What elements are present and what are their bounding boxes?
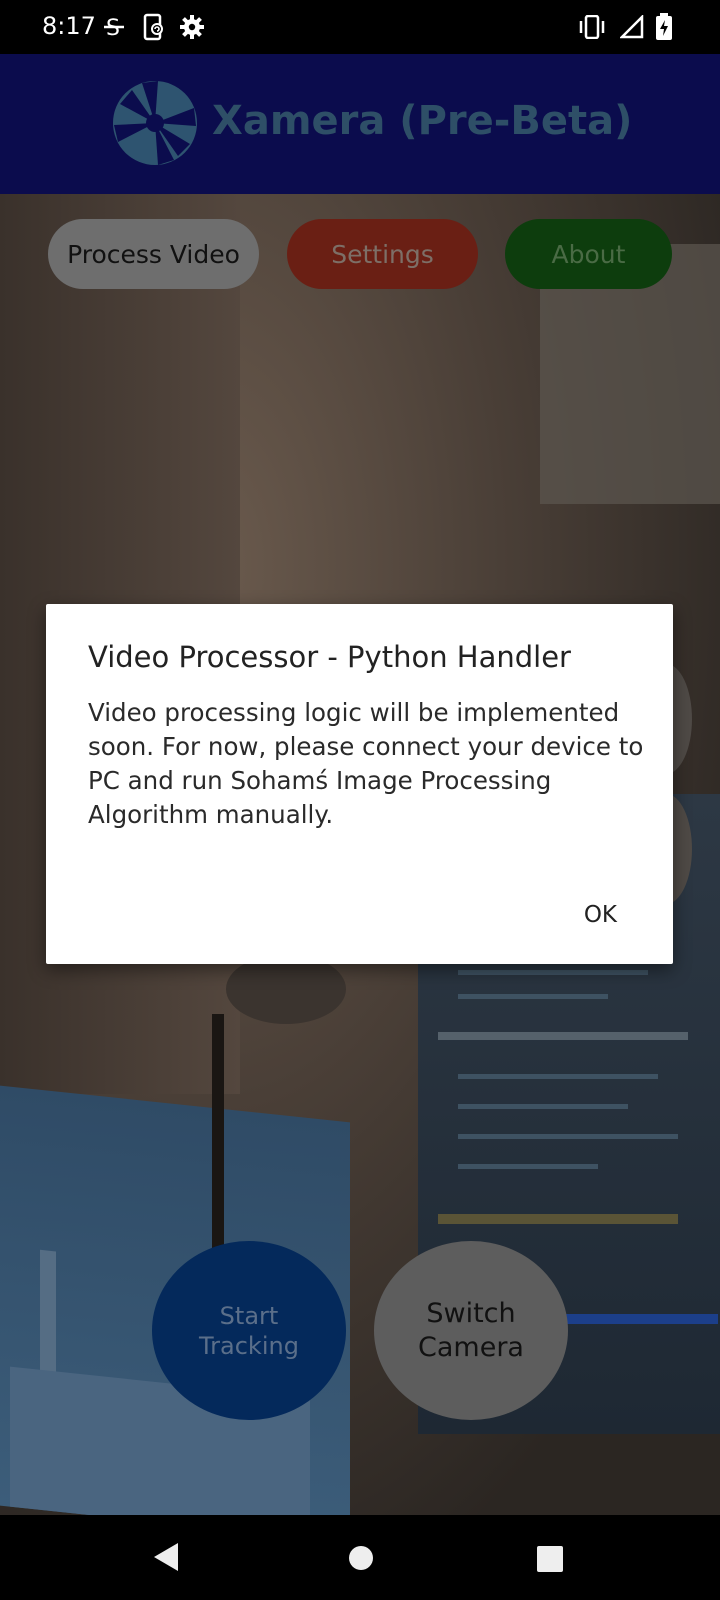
switch-camera-label-line1: Switch [426, 1297, 516, 1329]
app-title: Xamera (Pre-Beta) [212, 98, 633, 144]
switch-camera-button[interactable]: Switch Camera [374, 1241, 568, 1420]
status-bar: 8:17 S [0, 0, 720, 54]
app-screen: 8:17 S [0, 0, 720, 1600]
strikethrough-s-icon: S [100, 12, 128, 42]
app-header: Xamera (Pre-Beta) [0, 54, 720, 194]
home-icon[interactable] [348, 1545, 374, 1571]
recents-icon[interactable] [537, 1546, 563, 1572]
status-time: 8:17 [42, 12, 96, 40]
navigation-bar [0, 1515, 720, 1600]
start-tracking-label-line2: Tracking [199, 1331, 299, 1360]
start-tracking-label-line1: Start [219, 1301, 279, 1330]
phone-sync-icon [140, 12, 168, 42]
dialog-title: Video Processor - Python Handler [88, 640, 571, 674]
vibrate-icon [578, 12, 606, 42]
lamp-head [226, 954, 346, 1024]
dialog-message: Video processing logic will be implement… [88, 698, 644, 829]
battery-charging-icon [650, 12, 678, 42]
about-button[interactable]: About [505, 219, 672, 289]
back-icon[interactable] [152, 1541, 180, 1573]
process-video-button[interactable]: Process Video [48, 219, 259, 289]
start-tracking-button[interactable]: Start Tracking [152, 1241, 346, 1420]
signal-icon [618, 12, 646, 42]
switch-camera-label-line2: Camera [418, 1331, 524, 1363]
settings-gear-icon [178, 12, 206, 42]
settings-button[interactable]: Settings [287, 219, 478, 289]
video-processor-dialog: Video Processor - Python Handler Video p… [46, 604, 673, 964]
dialog-ok-button[interactable]: OK [578, 898, 623, 932]
aperture-logo-icon [113, 81, 197, 165]
